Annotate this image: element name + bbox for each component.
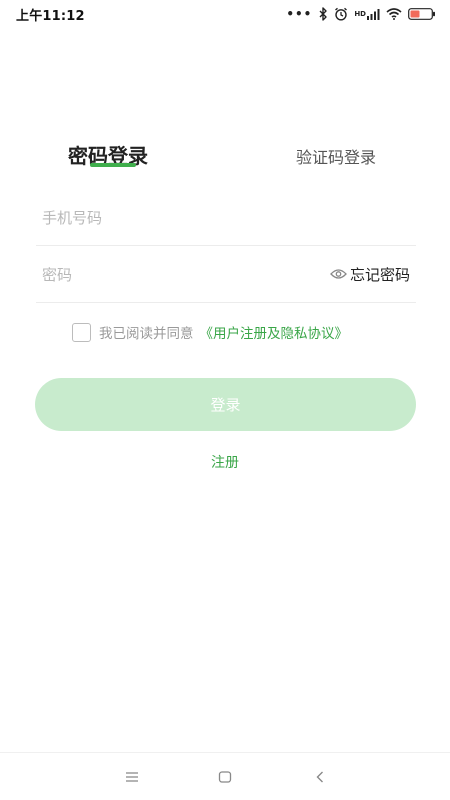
status-icons: ••• HD [286,7,436,21]
agreement-text: 我已阅读并同意 [99,326,194,342]
status-time: 上午11:12 [16,8,85,24]
register-link: 注册 [0,452,450,472]
bluetooth-icon [318,7,328,21]
forgot-password-link[interactable]: 忘记密码 [330,264,410,285]
active-tab-indicator [90,163,136,167]
signal-icon: HD [354,8,380,20]
system-nav-bar [0,752,450,800]
login-tabs: 密码登录 验证码登录 [0,138,450,174]
eye-icon[interactable] [330,266,347,284]
register-label[interactable]: 注册 [211,455,239,471]
phone-input[interactable] [42,208,262,227]
status-bar: 上午11:12 ••• HD [0,0,450,28]
back-icon[interactable] [310,767,330,787]
password-field: 忘记密码 [36,247,416,303]
more-dots-icon: ••• [286,7,313,21]
password-input[interactable] [42,265,262,284]
phone-field [36,190,416,246]
privacy-agreement-link[interactable]: 《用户注册及隐私协议》 [200,322,349,342]
menu-icon[interactable] [122,767,142,787]
home-icon[interactable] [215,767,235,787]
battery-icon [408,8,436,20]
tab-code-login[interactable]: 验证码登录 [296,144,376,168]
forgot-password-label[interactable]: 忘记密码 [350,264,410,285]
network-label: HD [354,9,366,18]
login-button[interactable]: 登录 [35,378,416,431]
wifi-icon [386,8,402,20]
alarm-icon [334,7,348,21]
agreement-checkbox[interactable] [72,322,91,342]
agreement-row: 我已阅读并同意 《用户注册及隐私协议》 [72,322,348,342]
